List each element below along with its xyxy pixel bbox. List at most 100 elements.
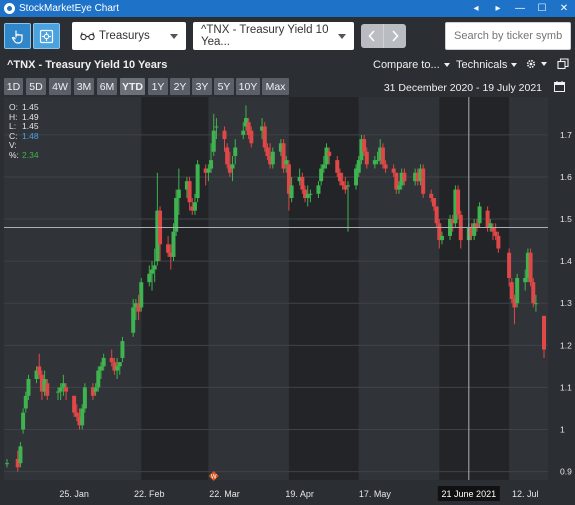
range-button-3y[interactable]: 3Y <box>192 78 212 95</box>
maximize-button[interactable]: ☐ <box>531 0 553 17</box>
window-controls: ◂ ▸ — ☐ ✕ <box>465 0 575 17</box>
chevron-left-icon <box>368 30 375 42</box>
candle-body <box>64 387 69 392</box>
scroll-left-icon[interactable]: ◂ <box>465 0 487 17</box>
chart-settings-menu[interactable] <box>525 58 547 70</box>
crosshair-icon <box>39 29 54 43</box>
watchlist-dropdown[interactable]: Treasurys <box>72 22 186 50</box>
range-button-1y[interactable]: 1Y <box>148 78 168 95</box>
candle-body <box>45 383 50 396</box>
candle-body <box>490 227 495 232</box>
candle-body <box>507 252 512 278</box>
y-tick-label: 1.6 <box>560 172 572 182</box>
window-title: StockMarketEye Chart <box>19 3 120 14</box>
crosshair-date-label: 21 June 2021 <box>442 489 497 499</box>
copy-icon <box>557 58 569 70</box>
chart-header: ^TNX - Treasury Yield 10 Years Compare t… <box>0 55 575 75</box>
candle-body <box>362 139 367 152</box>
app-logo-icon <box>4 3 15 14</box>
candle-body <box>429 193 434 199</box>
candle-body <box>509 282 514 300</box>
symbol-dropdown[interactable]: ^TNX - Treasury Yield 10 Yea... <box>193 22 354 50</box>
candle-body <box>176 189 181 199</box>
candle-body <box>139 282 144 308</box>
chevron-down-icon <box>511 63 518 67</box>
range-button-1d[interactable]: 1D <box>4 78 23 95</box>
candle-body <box>241 130 246 135</box>
technicals-menu[interactable]: Technicals <box>456 59 518 71</box>
range-button-5y[interactable]: 5Y <box>214 78 234 95</box>
candle-body <box>281 143 286 169</box>
calendar-icon[interactable] <box>554 81 565 92</box>
candle-body <box>249 130 254 144</box>
range-button-4w[interactable]: 4W <box>49 78 71 95</box>
previous-symbol-button[interactable] <box>361 24 383 48</box>
price-chart[interactable]: 0.9 1 1.1 1.2 1.3 1.4 1.5 1.6 1.7 25. Jan 22. Feb 2… <box>0 97 575 505</box>
range-button-ytd[interactable]: YTD <box>120 78 145 95</box>
copy-chart-button[interactable] <box>557 58 569 70</box>
candle-body <box>515 277 520 304</box>
candle-body <box>474 223 479 228</box>
range-button-10y[interactable]: 10Y <box>236 78 260 95</box>
candle-body <box>109 357 114 363</box>
candle-body <box>383 164 388 169</box>
gear-icon <box>526 59 536 69</box>
chevron-down-icon <box>541 62 547 66</box>
y-tick-label: 1 <box>560 424 565 434</box>
candle-body <box>174 198 179 232</box>
range-button-6m[interactable]: 6M <box>97 78 117 95</box>
candle-body <box>477 206 482 224</box>
y-tick-label: 1.2 <box>560 340 572 350</box>
ticker-search-input[interactable] <box>445 22 571 50</box>
chevron-down-icon <box>338 34 346 39</box>
glasses-icon <box>80 32 95 41</box>
y-tick-label: 1.3 <box>560 298 572 308</box>
candle-body <box>528 252 533 283</box>
candle-body <box>335 160 340 173</box>
range-button-5d[interactable]: 5D <box>26 78 46 95</box>
candle-body <box>493 231 498 236</box>
range-button-2y[interactable]: 2Y <box>170 78 190 95</box>
candle-body <box>58 387 63 392</box>
candle-body <box>230 164 235 169</box>
candle-body <box>56 391 61 393</box>
pointer-tool-button[interactable] <box>4 23 31 49</box>
candle-body <box>321 164 326 169</box>
candle-body <box>533 303 538 305</box>
y-tick-label: 1.5 <box>560 214 572 224</box>
candle-body <box>93 387 98 392</box>
candle-body <box>23 395 28 409</box>
candle-body <box>289 185 294 199</box>
candle-body <box>397 185 402 190</box>
minimize-button[interactable]: — <box>509 0 531 17</box>
candle-body <box>380 147 385 165</box>
hand-pointer-icon <box>11 30 23 44</box>
candle-body <box>225 147 230 165</box>
candle-body <box>431 198 436 207</box>
toolbar: Treasurys ^TNX - Treasury Yield 10 Yea..… <box>0 17 575 55</box>
candle-body <box>222 130 227 140</box>
next-symbol-button[interactable] <box>383 24 405 48</box>
candle-body <box>211 130 216 152</box>
candle-body <box>18 446 23 464</box>
event-marker-label: W <box>211 475 217 481</box>
candle-body <box>187 181 192 203</box>
time-band <box>439 97 510 480</box>
candle-body <box>80 408 85 426</box>
candle-body <box>120 341 125 358</box>
compare-to-menu[interactable]: Compare to... <box>373 59 450 71</box>
candle-body <box>488 223 493 228</box>
range-button-3m[interactable]: 3M <box>74 78 94 95</box>
x-tick-label: 17. May <box>359 489 392 499</box>
scroll-right-icon[interactable]: ▸ <box>487 0 509 17</box>
crosshair-tool-button[interactable] <box>33 23 60 49</box>
x-tick-label: 12. Jul <box>512 489 539 499</box>
candle-body <box>152 265 157 270</box>
range-button-max[interactable]: Max <box>262 78 289 95</box>
candle-body <box>456 189 461 215</box>
candle-body <box>206 168 211 173</box>
ohlc-readout: O: 1.45 H: 1.49 L: 1.45 C: 1.48 V: %: 2.34 <box>9 102 39 160</box>
close-button[interactable]: ✕ <box>553 0 575 17</box>
candle-body <box>233 147 238 156</box>
candle-body <box>115 366 120 371</box>
